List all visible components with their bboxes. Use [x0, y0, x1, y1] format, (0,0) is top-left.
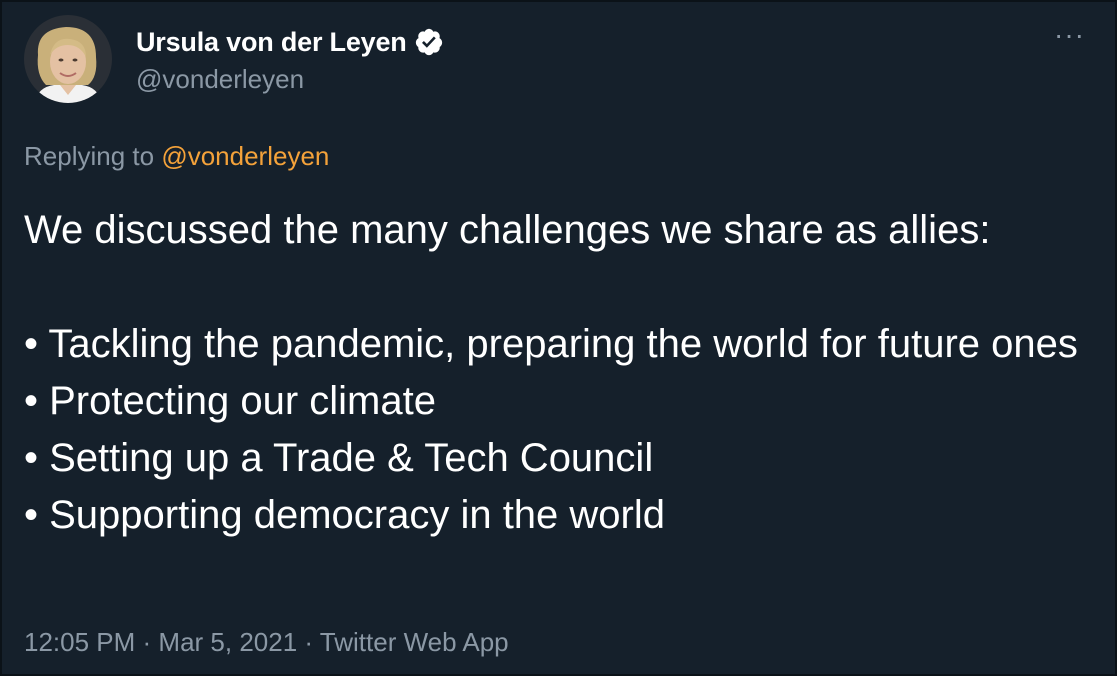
author-block: Ursula von der Leyen @vonderleyen	[136, 24, 444, 95]
display-name[interactable]: Ursula von der Leyen	[136, 27, 407, 58]
name-row: Ursula von der Leyen	[136, 24, 444, 60]
tweet-intro: We discussed the many challenges we shar…	[24, 208, 991, 252]
reply-mention-link[interactable]: @vonderleyen	[161, 141, 329, 171]
handle[interactable]: @vonderleyen	[136, 64, 444, 95]
replying-to: Replying to @vonderleyen	[24, 141, 329, 172]
avatar-image	[24, 15, 112, 103]
more-options-icon[interactable]: ···	[1054, 20, 1085, 50]
tweet-bullet: • Tackling the pandemic, preparing the w…	[24, 322, 1078, 366]
tweet-date[interactable]: Mar 5, 2021	[158, 627, 297, 657]
replying-prefix: Replying to	[24, 141, 162, 171]
verified-badge-icon	[414, 27, 444, 57]
meta-separator: ·	[297, 627, 320, 657]
tweet-card: Ursula von der Leyen @vonderleyen ··· Re…	[0, 0, 1117, 676]
tweet-bullet: • Setting up a Trade & Tech Council	[24, 436, 654, 480]
tweet-time[interactable]: 12:05 PM	[24, 627, 135, 657]
avatar[interactable]	[24, 15, 112, 103]
tweet-text: We discussed the many challenges we shar…	[24, 202, 1104, 544]
tweet-meta: 12:05 PM · Mar 5, 2021 · Twitter Web App	[24, 627, 509, 658]
tweet-source[interactable]: Twitter Web App	[320, 627, 509, 657]
meta-separator: ·	[135, 627, 159, 657]
tweet-bullet: • Protecting our climate	[24, 379, 436, 423]
tweet-bullet: • Supporting democracy in the world	[24, 493, 665, 537]
